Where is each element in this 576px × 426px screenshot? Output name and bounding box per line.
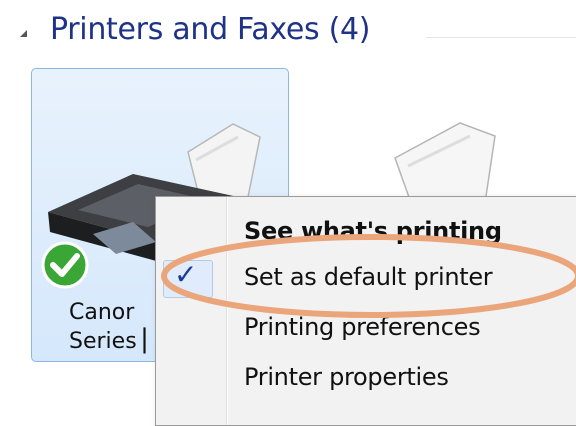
menu-item-label: See what's printing <box>244 217 502 245</box>
group-title: Printers and Faxes (4) <box>50 12 371 47</box>
printer-name-line1: Canor <box>69 300 135 325</box>
default-printer-check-icon <box>41 241 89 289</box>
menu-check-box: ✓ <box>163 258 213 298</box>
menu-item-label: Printer properties <box>244 363 449 391</box>
menu-item-printer-properties[interactable]: Printer properties <box>156 357 576 401</box>
menu-item-see-whats-printing[interactable]: See what's printing <box>156 211 576 255</box>
printer-name-line2: Series ▏ <box>69 329 161 354</box>
menu-item-set-as-default-printer[interactable]: ✓ Set as default printer <box>156 257 576 301</box>
group-divider <box>426 37 576 38</box>
menu-item-printing-preferences[interactable]: Printing preferences <box>156 307 576 351</box>
context-menu: See what's printing ✓ Set as default pri… <box>155 196 576 426</box>
collapse-arrow-icon[interactable] <box>20 30 27 37</box>
menu-item-label: Set as default printer <box>244 263 493 291</box>
group-header-printers-and-faxes[interactable]: Printers and Faxes (4) <box>14 12 576 58</box>
checkmark-icon: ✓ <box>174 258 198 291</box>
menu-item-label: Printing preferences <box>244 313 481 341</box>
